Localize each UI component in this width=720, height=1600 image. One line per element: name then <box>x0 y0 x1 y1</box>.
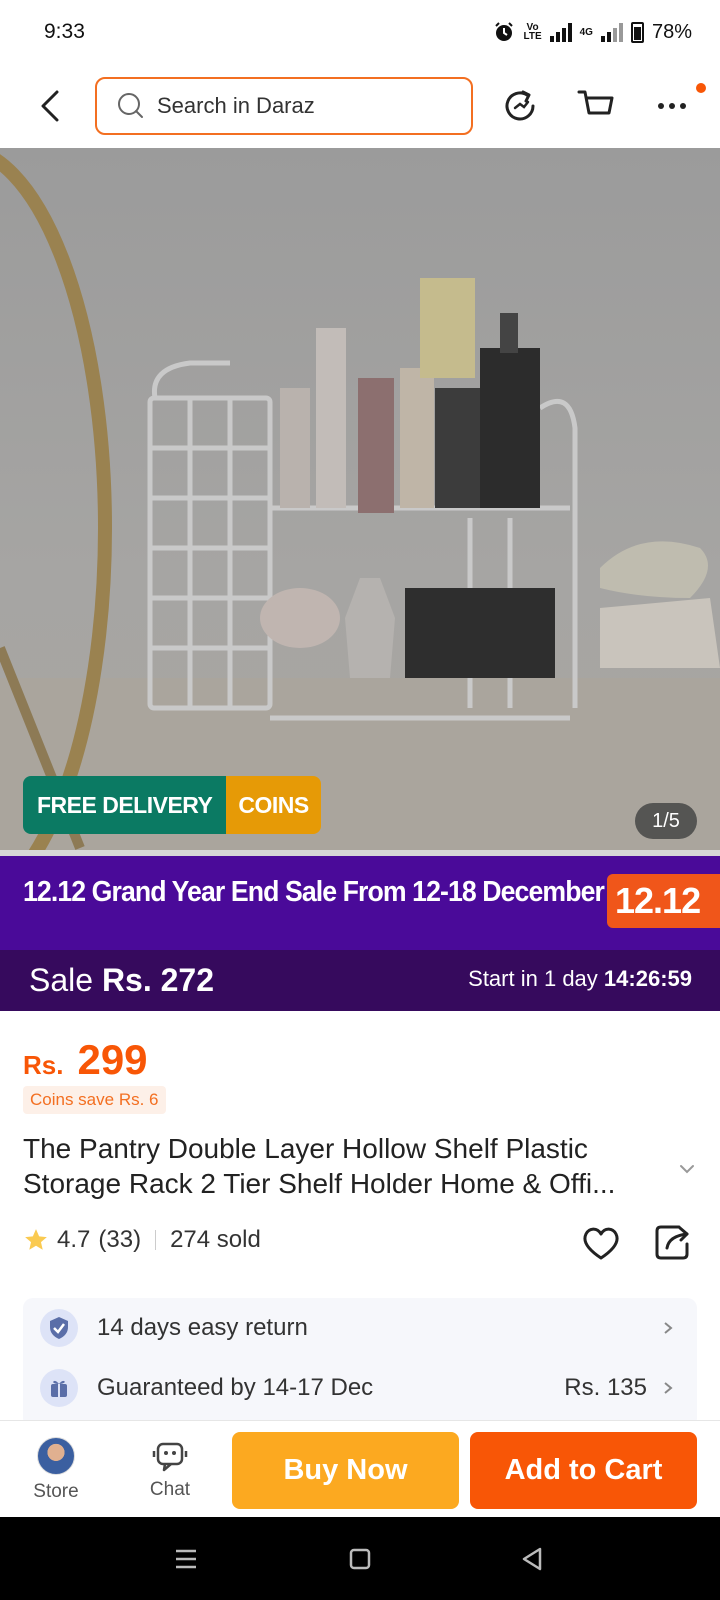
refresh-button[interactable] <box>498 84 542 128</box>
sale-countdown-bar: Sale Rs. 272 Start in 1 day 14:26:59 <box>0 950 720 1011</box>
gift-box-icon <box>40 1369 78 1407</box>
service-text: Guaranteed by 14-17 Dec <box>97 1374 374 1401</box>
review-count: (33) <box>98 1226 142 1253</box>
store-button[interactable]: Store <box>16 1421 96 1518</box>
product-title[interactable]: The Pantry Double Layer Hollow Shelf Pla… <box>23 1131 671 1201</box>
countdown-timer: 14:26:59 <box>603 966 692 991</box>
volte-indicator: Vo LTE <box>523 22 542 42</box>
store-avatar <box>37 1436 75 1475</box>
signal-icon <box>549 22 572 42</box>
image-counter: 1/5 <box>635 803 697 839</box>
sale-price-block: Sale Rs. 272 <box>29 962 214 999</box>
service-row-return[interactable]: 14 days easy return <box>23 1298 697 1358</box>
store-label: Store <box>33 1480 79 1502</box>
chevron-right-icon <box>664 1322 673 1334</box>
share-icon <box>655 1225 689 1260</box>
back-button[interactable] <box>30 84 70 128</box>
chat-bot-icon <box>152 1442 188 1471</box>
add-to-cart-button[interactable]: Add to Cart <box>470 1432 697 1509</box>
sale-price: Rs. 272 <box>101 962 215 998</box>
rating-value: 4.7 <box>57 1226 91 1253</box>
price-currency: Rs. <box>23 1050 64 1080</box>
recent-apps-icon[interactable] <box>168 1541 204 1577</box>
network-type: 4G <box>579 26 593 38</box>
home-icon[interactable] <box>342 1541 378 1577</box>
promo-banner-logo: 12.12 <box>607 874 720 928</box>
buy-now-button[interactable]: Buy Now <box>232 1432 459 1509</box>
share-button[interactable] <box>653 1222 693 1262</box>
start-days: 1 day <box>543 966 598 991</box>
search-placeholder: Search in Daraz <box>157 93 315 118</box>
notification-dot <box>696 83 706 93</box>
rating-row[interactable]: 4.7 (33) 274 sold <box>23 1226 261 1254</box>
cart-icon <box>577 90 614 115</box>
delivery-fee: Rs. 135 <box>564 1374 647 1401</box>
search-input[interactable]: Search in Daraz <box>95 77 473 135</box>
star-icon <box>25 1229 47 1250</box>
price-amount: 299 <box>77 1036 148 1083</box>
chat-button[interactable]: Chat <box>130 1421 210 1518</box>
product-image <box>0 154 720 856</box>
status-time: 9:33 <box>44 20 85 43</box>
battery-icon <box>630 21 644 43</box>
search-icon <box>118 93 143 118</box>
chevron-right-icon <box>664 1382 673 1394</box>
chevron-left-icon <box>41 90 59 122</box>
battery-level: 78% <box>651 20 692 43</box>
service-info-card: 14 days easy return Guaranteed by 14-17 … <box>23 1298 697 1428</box>
more-options-button[interactable] <box>650 84 694 128</box>
wishlist-button[interactable] <box>580 1222 622 1264</box>
chevron-down-icon[interactable] <box>678 1160 696 1178</box>
coins-save-tag: Coins save Rs. 6 <box>23 1086 166 1114</box>
refresh-icon <box>505 90 535 121</box>
coins-badge: COINS <box>226 776 321 834</box>
promo-badges: FREE DELIVERY COINS <box>23 776 321 834</box>
free-delivery-badge: FREE DELIVERY <box>23 776 227 834</box>
status-icons: Vo LTE 4G 78% <box>493 21 692 44</box>
back-triangle-icon[interactable] <box>514 1541 550 1577</box>
alarm-icon <box>495 22 514 41</box>
promo-banner[interactable]: 12.12 Grand Year End Sale From 12-18 Dec… <box>0 856 720 950</box>
more-dots-icon <box>658 103 686 109</box>
sale-countdown: Start in 1 day 14:26:59 <box>468 966 692 992</box>
product-price: Rs. 299 <box>23 1036 148 1084</box>
system-nav-bar <box>0 1517 720 1600</box>
cart-button[interactable] <box>574 84 618 128</box>
service-row-delivery[interactable]: Guaranteed by 14-17 Dec Rs. 135 <box>23 1358 697 1418</box>
signal-icon-2 <box>600 22 623 42</box>
status-bar: 9:33 Vo LTE 4G 78% <box>0 0 720 64</box>
product-image-carousel[interactable]: FREE DELIVERY COINS 1/5 <box>0 148 720 856</box>
chat-label: Chat <box>149 1478 191 1500</box>
sale-label: Sale <box>29 962 94 998</box>
promo-banner-text: 12.12 Grand Year End Sale From 12-18 Dec… <box>23 876 605 908</box>
divider <box>155 1230 157 1250</box>
start-label: Start in <box>468 966 538 991</box>
service-text: 14 days easy return <box>97 1314 308 1341</box>
heart-icon <box>583 1227 619 1260</box>
sold-count: 274 sold <box>170 1226 261 1253</box>
shield-check-icon <box>40 1309 78 1347</box>
bottom-action-bar: Store Chat Buy Now Add to Cart <box>0 1420 720 1517</box>
top-nav: Search in Daraz <box>0 64 720 148</box>
